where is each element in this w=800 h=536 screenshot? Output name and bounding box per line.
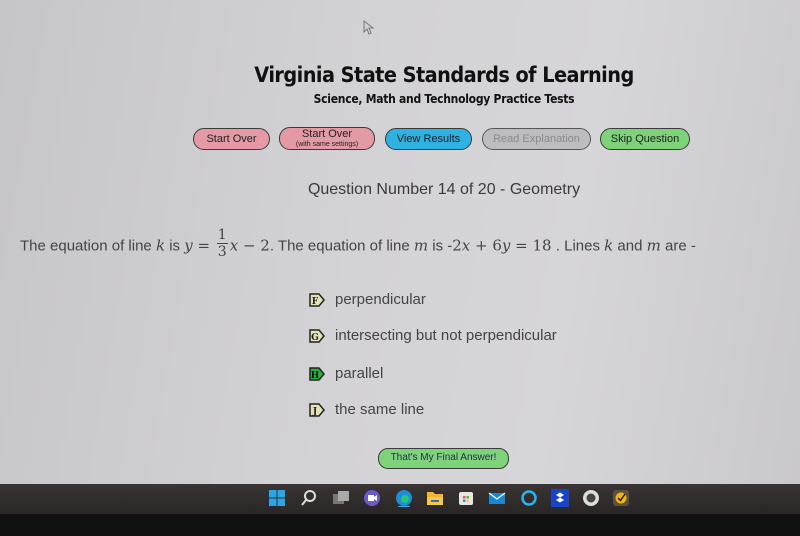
- q-var: x: [229, 236, 239, 255]
- choice-letter: F: [312, 297, 319, 307]
- q-var: m: [646, 236, 661, 255]
- q-op: + 6: [470, 236, 502, 255]
- windows-start-icon[interactable]: [268, 489, 286, 507]
- choice-tag-icon: J: [309, 402, 325, 417]
- q-text: The equation of line: [20, 237, 156, 255]
- choice-tag-icon: H: [309, 366, 325, 381]
- read-explanation-label: Read Explanation: [493, 132, 580, 145]
- q-var: y: [184, 236, 193, 255]
- q-text: . The equation of line: [269, 237, 414, 255]
- q-op: = 18: [510, 236, 552, 255]
- choice-text: perpendicular: [335, 291, 426, 308]
- question-text: The equation of line k is y = 13x − 2. T…: [20, 227, 696, 263]
- q-op: =: [192, 236, 215, 255]
- page-title: Virginia State Standards of Learning: [254, 63, 634, 87]
- choice-f[interactable]: F perpendicular: [309, 291, 426, 308]
- task-view-icon[interactable]: [332, 489, 350, 507]
- q-op: − 2: [238, 236, 270, 255]
- q-text: is -: [428, 237, 453, 255]
- teams-chat-icon[interactable]: [363, 489, 381, 507]
- start-over-same-note: (with same settings): [295, 141, 359, 148]
- mouse-cursor-icon: [363, 20, 375, 35]
- skip-question-label: Skip Question: [610, 132, 680, 145]
- start-over-same-label: Start Over: [301, 128, 353, 140]
- choice-j[interactable]: J the same line: [309, 401, 424, 418]
- dropbox-icon[interactable]: [551, 489, 569, 507]
- choice-letter: H: [311, 371, 320, 381]
- q-var: k: [604, 236, 614, 255]
- app-icon[interactable]: [582, 489, 600, 507]
- start-over-same-settings-button[interactable]: Start Over (with same settings): [279, 127, 375, 150]
- choice-text: intersecting but not perpendicular: [335, 327, 557, 344]
- edge-icon[interactable]: [395, 489, 413, 507]
- start-over-label: Start Over: [206, 132, 257, 145]
- search-icon[interactable]: [300, 489, 318, 507]
- norton-icon[interactable]: [612, 489, 630, 507]
- choice-tag-icon: G: [309, 328, 325, 343]
- view-results-label: View Results: [396, 132, 461, 145]
- q-var: x: [461, 236, 471, 255]
- q-text: is: [165, 237, 185, 255]
- monitor-bezel: [0, 514, 800, 536]
- page-subtitle: Science, Math and Technology Practice Te…: [313, 92, 575, 106]
- q-var: m: [413, 236, 429, 255]
- browser-page: Virginia State Standards of Learning Sci…: [0, 0, 800, 490]
- choice-tag-icon: F: [309, 292, 325, 307]
- q-text: are -: [660, 237, 696, 255]
- q-var: k: [155, 236, 166, 255]
- start-over-button[interactable]: Start Over: [193, 128, 270, 150]
- choice-letter: J: [312, 407, 317, 417]
- choice-g[interactable]: G intersecting but not perpendicular: [309, 327, 557, 344]
- choice-text: the same line: [335, 401, 425, 418]
- skip-question-button[interactable]: Skip Question: [600, 128, 690, 150]
- cortana-icon[interactable]: [520, 489, 538, 507]
- fraction: 13: [216, 227, 228, 260]
- choice-letter: G: [311, 333, 319, 343]
- choice-h[interactable]: H parallel: [309, 365, 383, 382]
- read-explanation-button[interactable]: Read Explanation: [482, 128, 591, 150]
- mail-icon[interactable]: [488, 489, 506, 507]
- fraction-denominator: 3: [217, 244, 227, 260]
- q-num: 2: [452, 236, 462, 255]
- q-text: and: [613, 237, 647, 255]
- file-explorer-icon[interactable]: [426, 489, 444, 507]
- store-icon[interactable]: [457, 489, 475, 507]
- choice-text: parallel: [335, 365, 384, 382]
- q-text: . Lines: [551, 237, 605, 255]
- final-answer-button[interactable]: That's My Final Answer!: [378, 448, 509, 469]
- view-results-button[interactable]: View Results: [385, 128, 472, 150]
- fraction-numerator: 1: [216, 227, 228, 244]
- question-number: Question Number 14 of 20 - Geometry: [307, 181, 581, 198]
